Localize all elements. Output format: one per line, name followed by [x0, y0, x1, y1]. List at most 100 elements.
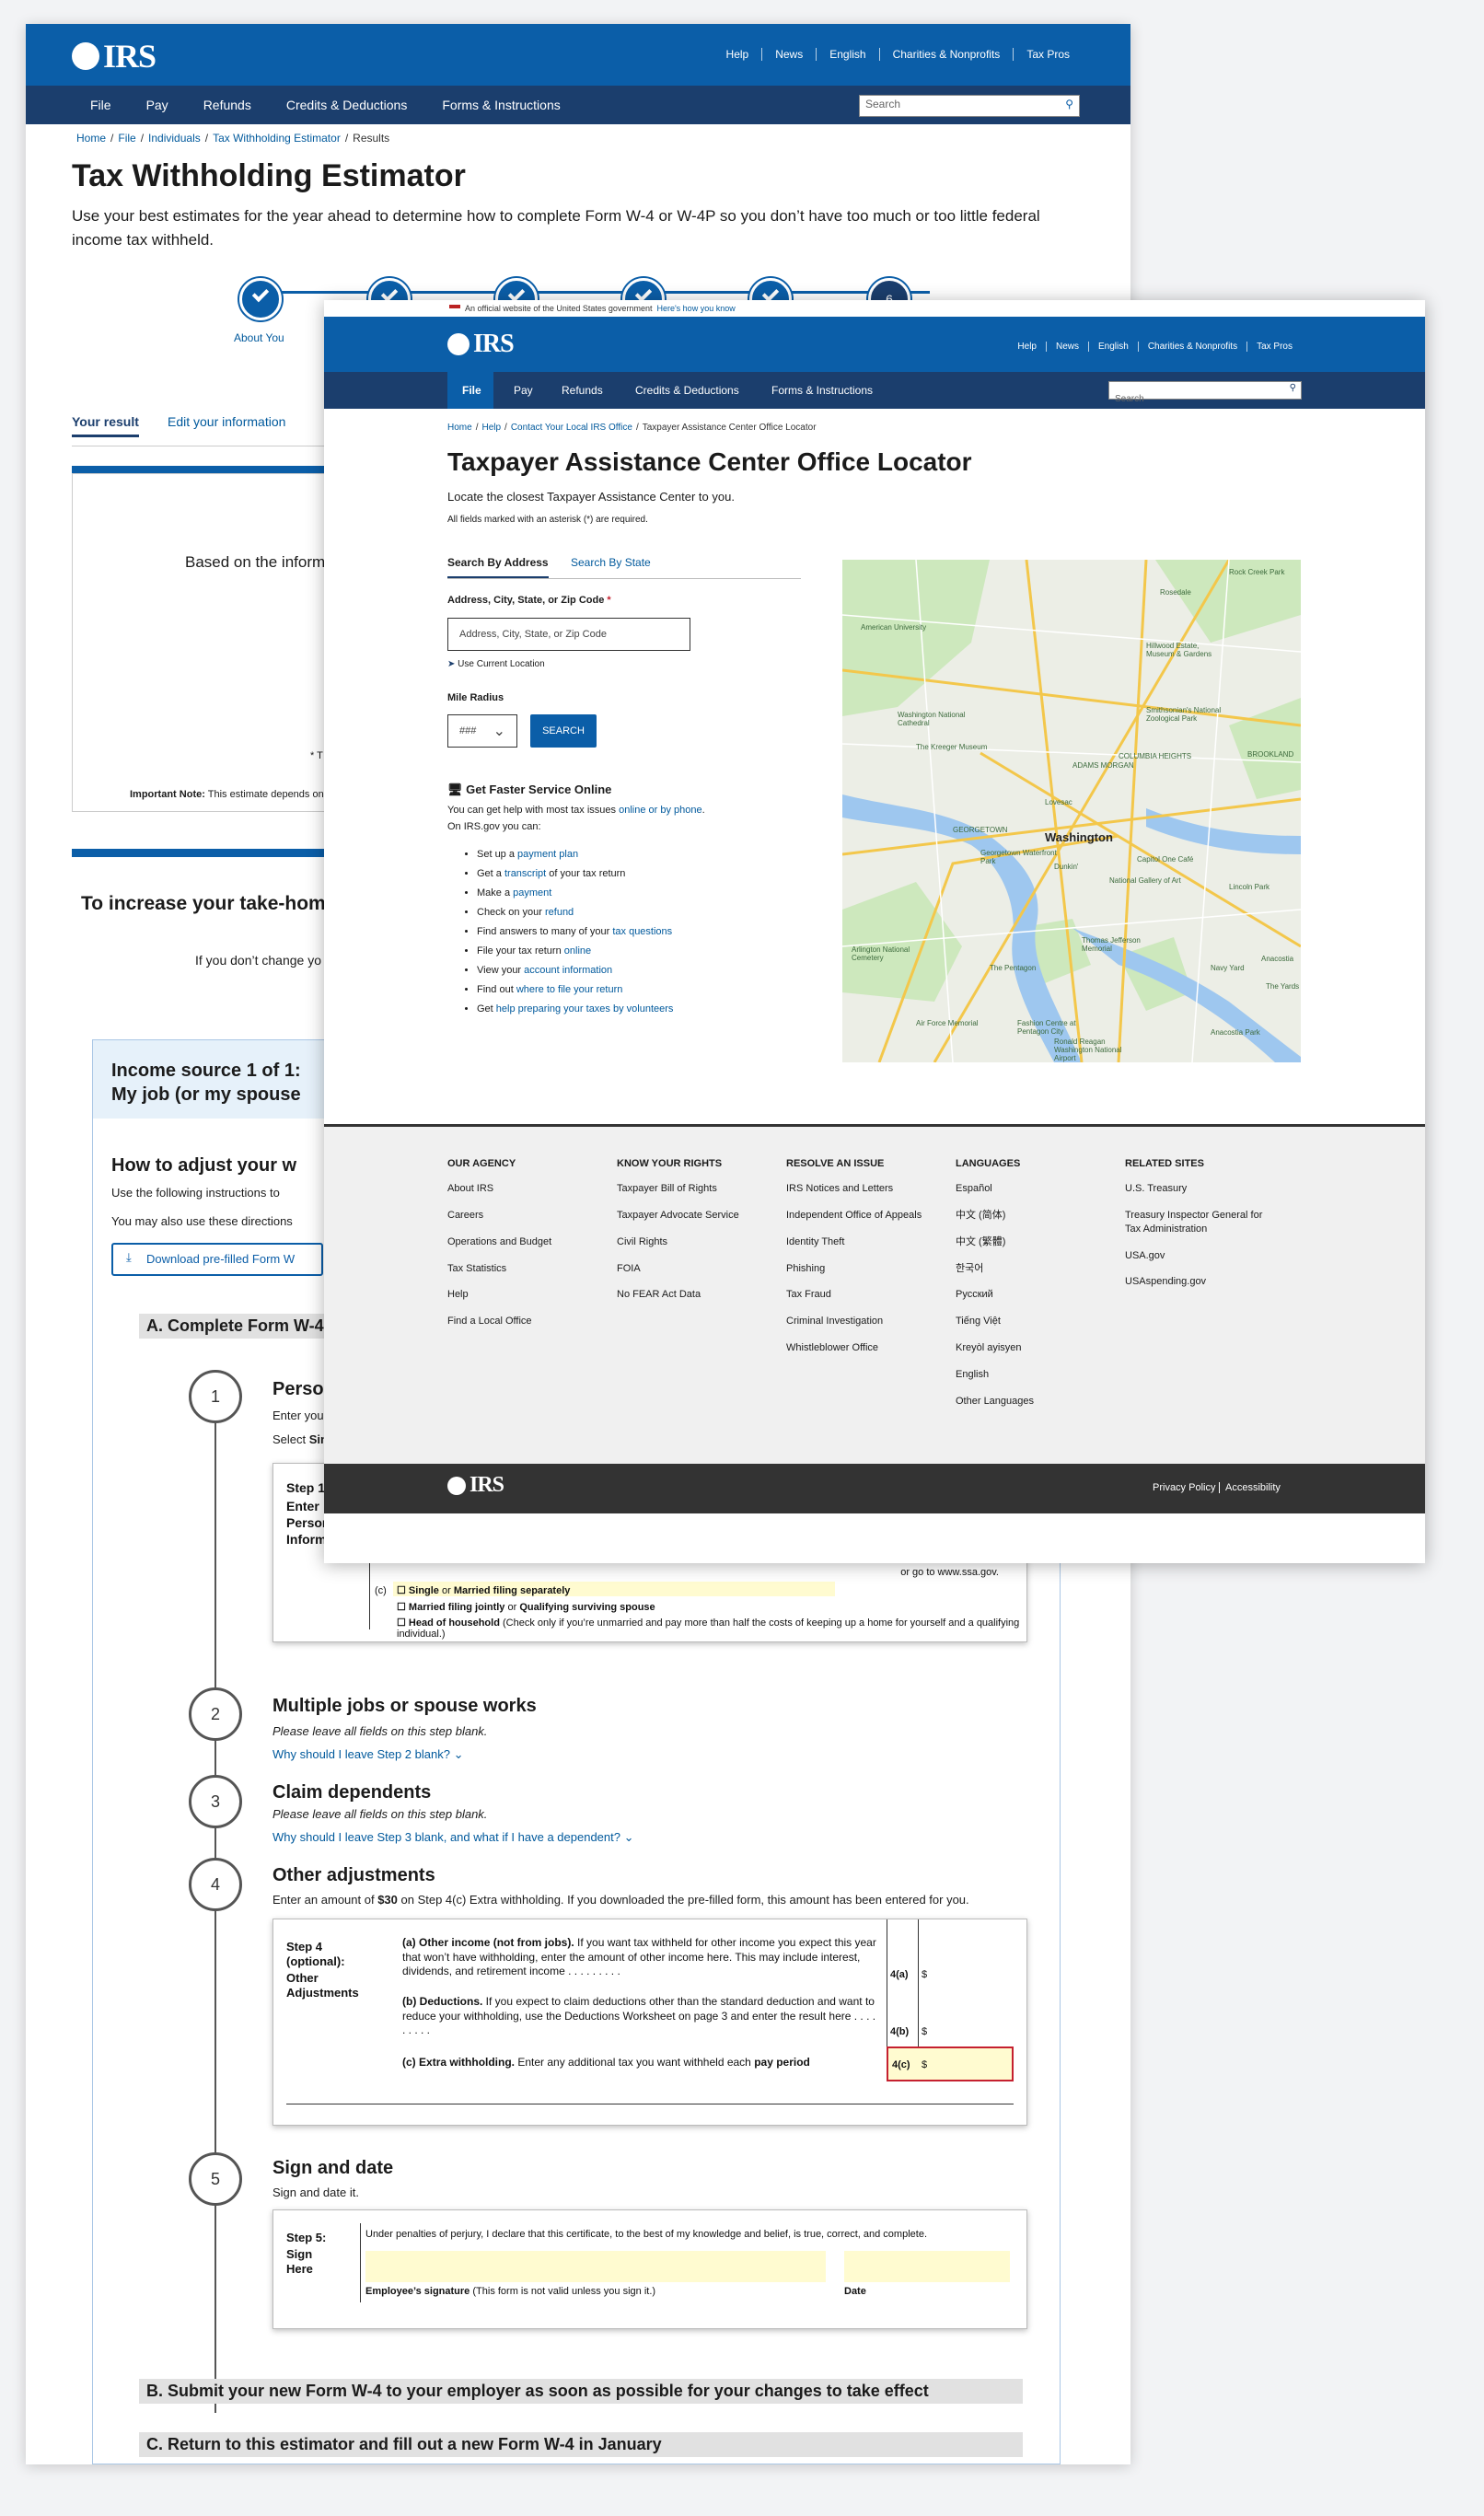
crumb-home[interactable]: Home — [76, 132, 106, 145]
news-link[interactable]: News — [1046, 342, 1088, 352]
news-link[interactable]: News — [761, 48, 816, 61]
map-label: BROOKLAND — [1247, 750, 1294, 759]
tab-edit-information[interactable]: Edit your information — [168, 414, 285, 429]
service-link[interactable]: online — [564, 945, 591, 957]
nav-pay[interactable]: Pay — [146, 98, 168, 112]
footer-link[interactable]: Civil Rights — [617, 1235, 773, 1249]
tax-pros-link[interactable]: Tax Pros — [1013, 48, 1083, 61]
search-button[interactable]: SEARCH — [530, 714, 597, 748]
irs-logo[interactable]: IRS — [72, 37, 157, 75]
step-2-why-link[interactable]: Why should I leave Step 2 blank? ⌄ — [272, 1747, 463, 1762]
service-link[interactable]: refund — [545, 907, 574, 918]
search-icon[interactable]: ⚲ — [1290, 383, 1296, 393]
page-subtitle: Locate the closest Taxpayer Assistance C… — [447, 490, 735, 504]
nav-forms[interactable]: Forms & Instructions — [771, 384, 873, 397]
service-link[interactable]: account information — [524, 965, 612, 976]
service-link[interactable]: where to file your return — [516, 984, 623, 995]
crumb-home[interactable]: Home — [447, 423, 472, 433]
crumb-contact-local[interactable]: Contact Your Local IRS Office — [511, 423, 632, 433]
footer-irs-logo[interactable]: IRS — [447, 1473, 504, 1498]
crumb-help[interactable]: Help — [481, 423, 501, 433]
footer-link[interactable]: Русский — [956, 1288, 1112, 1302]
crumb-file[interactable]: File — [118, 132, 135, 145]
footer-link[interactable]: Other Languages — [956, 1395, 1112, 1409]
nav-refunds[interactable]: Refunds — [203, 98, 251, 112]
tab-search-by-state[interactable]: Search By State — [571, 556, 651, 569]
footer-link[interactable]: IRS Notices and Letters — [786, 1182, 943, 1196]
service-link[interactable]: payment — [513, 887, 551, 899]
form-w4-step5-image: Step 5: Sign Here Under penalties of per… — [272, 2209, 1027, 2329]
footer-link[interactable]: 中文 (简体) — [956, 1209, 1112, 1223]
footer-link[interactable]: FOIA — [617, 1262, 773, 1276]
footer-link[interactable]: Taxpayer Advocate Service — [617, 1209, 773, 1223]
privacy-policy-link[interactable]: Privacy Policy — [1153, 1482, 1215, 1493]
help-link[interactable]: Help — [713, 48, 762, 61]
footer-link[interactable]: Operations and Budget — [447, 1235, 604, 1249]
nav-forms[interactable]: Forms & Instructions — [442, 98, 560, 112]
search-input[interactable]: Search ⚲ — [859, 95, 1080, 117]
breadcrumb: Home / File / Individuals / Tax Withholding Es… — [76, 132, 390, 145]
nav-pay[interactable]: Pay — [514, 384, 533, 397]
footer-link[interactable]: U.S. Treasury — [1125, 1182, 1263, 1196]
search-icon[interactable]: ⚲ — [1065, 98, 1073, 110]
footer-link[interactable]: Careers — [447, 1209, 604, 1223]
tab-your-result[interactable]: Your result — [72, 414, 139, 437]
tax-pros-link[interactable]: Tax Pros — [1246, 342, 1302, 352]
crumb-individuals[interactable]: Individuals — [148, 132, 201, 145]
footer-link[interactable]: Independent Office of Appeals — [786, 1209, 943, 1223]
nav-refunds[interactable]: Refunds — [562, 384, 603, 397]
footer-link[interactable]: Identity Theft — [786, 1235, 943, 1249]
footer-link[interactable]: Tax Fraud — [786, 1288, 943, 1302]
footer-link[interactable]: USA.gov — [1125, 1249, 1263, 1263]
footer-link[interactable]: About IRS — [447, 1182, 604, 1196]
address-input[interactable]: Address, City, State, or Zip Code — [447, 618, 690, 651]
map-label: Smithsonian's National Zoological Park — [1146, 706, 1222, 723]
footer-link[interactable]: No FEAR Act Data — [617, 1288, 773, 1302]
footer-link[interactable]: Kreyòl ayisyen — [956, 1341, 1112, 1355]
service-link[interactable]: tax questions — [612, 926, 672, 937]
footer-link[interactable]: Whistleblower Office — [786, 1341, 943, 1355]
charities-link[interactable]: Charities & Nonprofits — [1137, 342, 1246, 352]
help-link[interactable]: Help — [1008, 342, 1046, 352]
irs-logo[interactable]: IRS — [447, 330, 515, 359]
nav-credits[interactable]: Credits & Deductions — [635, 384, 739, 397]
footer-link[interactable]: Find a Local Office — [447, 1315, 604, 1328]
footer-link[interactable]: Phishing — [786, 1262, 943, 1276]
step-3-why-link[interactable]: Why should I leave Step 3 blank, and wha… — [272, 1830, 634, 1845]
how-you-know-link[interactable]: Here's how you know — [656, 304, 735, 313]
progress-step-1[interactable] — [239, 278, 282, 320]
footer-link[interactable]: Español — [956, 1182, 1112, 1196]
footer-link[interactable]: Criminal Investigation — [786, 1315, 943, 1328]
service-link[interactable]: payment plan — [517, 849, 578, 860]
tab-search-by-address[interactable]: Search By Address — [447, 556, 549, 578]
service-link[interactable]: transcript — [504, 868, 546, 879]
online-or-phone-link[interactable]: online or by phone — [619, 805, 702, 816]
accessibility-link[interactable]: Accessibility — [1219, 1482, 1281, 1493]
footer-link[interactable]: Help — [447, 1288, 604, 1302]
nav-file[interactable]: File — [462, 384, 481, 397]
progress-label-about-you[interactable]: About You — [234, 331, 284, 344]
language-select[interactable]: English — [1088, 342, 1138, 352]
footer-link[interactable]: Tax Statistics — [447, 1262, 604, 1276]
footer-link[interactable]: English — [956, 1368, 1112, 1382]
language-select[interactable]: English — [816, 48, 878, 61]
footer-column-heading: OUR AGENCY — [447, 1158, 516, 1169]
computer-icon: 🖥 — [447, 783, 463, 796]
service-link[interactable]: help preparing your taxes by volunteers — [496, 1003, 674, 1015]
footer-link[interactable]: Treasury Inspector General for Tax Admin… — [1125, 1209, 1263, 1236]
nav-credits[interactable]: Credits & Deductions — [286, 98, 408, 112]
footer-link[interactable]: Tiếng Việt — [956, 1315, 1112, 1328]
use-following-text: Use the following instructions to — [111, 1186, 280, 1200]
footer-link[interactable]: Taxpayer Bill of Rights — [617, 1182, 773, 1196]
search-input[interactable]: Search ⚲ — [1108, 381, 1302, 404]
charities-link[interactable]: Charities & Nonprofits — [878, 48, 1014, 61]
footer-link[interactable]: 한국어 — [956, 1262, 1112, 1276]
footer-link[interactable]: 中文 (繁體) — [956, 1235, 1112, 1249]
use-location-link[interactable]: ➤ Use Current Location — [447, 659, 545, 669]
download-form-button[interactable]: ⤓ Download pre-filled Form W — [111, 1243, 323, 1276]
crumb-estimator[interactable]: Tax Withholding Estimator — [213, 132, 341, 145]
nav-file[interactable]: File — [90, 98, 111, 112]
footer-link[interactable]: USAspending.gov — [1125, 1275, 1263, 1289]
radius-select[interactable]: ### ⌄ — [447, 714, 517, 748]
office-map[interactable]: Rock Creek Park Rosedale American Universi… — [842, 560, 1301, 1062]
